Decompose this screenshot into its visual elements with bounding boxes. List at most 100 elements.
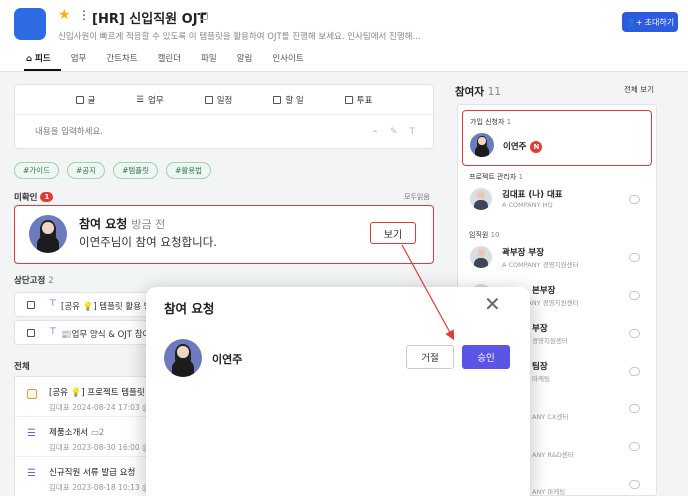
- more-vertical-icon[interactable]: ⋮: [78, 9, 90, 21]
- notification-title-text: 참여 요청: [79, 217, 128, 231]
- compose-post-button[interactable]: 글: [75, 94, 96, 106]
- task-list-icon: ☰: [27, 468, 36, 479]
- staff-label-text: 임직원: [469, 231, 489, 239]
- unread-count-badge: 1: [40, 192, 54, 202]
- post-icon: [27, 389, 37, 399]
- chat-icon[interactable]: [629, 291, 640, 300]
- hashtag-template[interactable]: #템플릿: [113, 162, 159, 179]
- member-org: ANY R&D센터: [532, 451, 574, 459]
- manager-group-label: 프로젝트 관리자 1: [469, 172, 523, 182]
- tab-feed[interactable]: ⌂ 피드: [24, 53, 61, 71]
- tab-gantt[interactable]: 간트차트: [96, 53, 147, 71]
- hashtag-guide[interactable]: #가이드: [14, 162, 59, 179]
- tab-calendar[interactable]: 캘린더: [148, 53, 191, 71]
- member-org: ANY 마케팅: [532, 488, 566, 496]
- modal-title: 참여 요청: [164, 301, 215, 316]
- chat-icon[interactable]: [629, 253, 640, 262]
- compose-task-label: 업무: [148, 95, 164, 106]
- composer-input[interactable]: 내용을 입력하세요.: [15, 115, 433, 137]
- member-org: 마케팅: [532, 375, 550, 383]
- applicant-name[interactable]: 이연주 N: [503, 140, 543, 153]
- feed-item-meta: 김대표 2023-08-18 10:13 @: [49, 483, 150, 492]
- tab-alerts[interactable]: 알림: [227, 53, 263, 71]
- view-request-button[interactable]: 보기: [370, 222, 416, 244]
- hashtag-notice[interactable]: #공지: [66, 162, 106, 179]
- lock-icon: [200, 12, 208, 20]
- chat-icon[interactable]: [629, 442, 640, 451]
- staff-count: 10: [490, 231, 500, 239]
- chat-icon[interactable]: [629, 404, 640, 413]
- member-name[interactable]: 팀장: [532, 360, 548, 372]
- member-org: A COMPANY 경영지원센터: [502, 261, 579, 269]
- applicant-group-label: 가입 신청자 1: [470, 117, 511, 127]
- mark-all-read-link[interactable]: 모두읽음: [404, 192, 430, 202]
- member-name[interactable]: 김대표 (나) 대표: [502, 188, 563, 200]
- reject-button[interactable]: 거절: [406, 345, 454, 369]
- text-format-icon[interactable]: T: [410, 127, 416, 137]
- chat-icon[interactable]: [629, 329, 640, 338]
- avatar: [29, 215, 67, 253]
- pinned-heading: 상단고정 2: [14, 274, 54, 286]
- feed-item-title-text: 제품소개서: [49, 428, 89, 438]
- project-title: [HR] 신입직원 OJT: [92, 12, 207, 27]
- member-name[interactable]: 본부장: [532, 284, 555, 296]
- post-icon: [27, 301, 35, 309]
- unread-heading: 미확인 1: [14, 191, 54, 203]
- edit-icon[interactable]: ✎: [390, 127, 398, 137]
- hashtag-usage[interactable]: #활용법: [166, 162, 212, 179]
- attach-icon[interactable]: ⌁: [373, 127, 378, 137]
- star-icon[interactable]: ★: [58, 8, 71, 22]
- compose-task-button[interactable]: ☰ 업무: [136, 94, 163, 106]
- applicant-group: 가입 신청자 1 이연주 N: [462, 110, 652, 166]
- compose-todo-button[interactable]: 할 일: [273, 94, 304, 106]
- member-org: A COMPANY HQ: [502, 201, 553, 209]
- participants-label: 참여자: [455, 86, 484, 98]
- composer-toolbar: 글 ☰ 업무 일정 할 일 투표: [15, 85, 433, 115]
- applicant-label-text: 가입 신청자: [470, 118, 505, 126]
- feed-item-title: 신규직원 서류 발급 요청: [49, 468, 136, 478]
- invite-button[interactable]: 👤+ 초대하기: [622, 12, 678, 32]
- calendar-icon: [204, 95, 213, 104]
- project-tabs: ⌂ 피드 업무 간트차트 캘린더 파일 알림 인사이트: [24, 53, 314, 71]
- composer-attachments: ⌁ ✎ T: [373, 127, 415, 137]
- all-feed-heading: 전체: [14, 362, 30, 372]
- view-all-participants-link[interactable]: 전체 보기: [624, 84, 654, 95]
- tab-insights[interactable]: 인사이트: [262, 53, 313, 71]
- applicant-name-text: 이연주: [503, 142, 527, 152]
- pinned-item-title: 📰업무 양식 & OJT 참여: [61, 330, 151, 340]
- manager-count: 1: [518, 173, 524, 181]
- project-header: ★ ⋮ [HR] 신입직원 OJT 신입사원이 빠르게 적응할 수 있도록 이 …: [0, 0, 688, 72]
- chat-icon[interactable]: [629, 195, 640, 204]
- tab-files[interactable]: 파일: [191, 53, 227, 71]
- feed-item-title: 제품소개서 ▭2: [49, 426, 104, 438]
- task-list-icon: ☰: [27, 428, 36, 439]
- compose-post-label: 글: [87, 95, 96, 106]
- feed-item-meta: 김대표 2023-08-30 16:00 @: [49, 443, 150, 452]
- compose-poll-button[interactable]: 투표: [344, 94, 373, 106]
- member-name[interactable]: 부장: [532, 322, 548, 334]
- checkbox-icon: [273, 95, 282, 104]
- chat-icon[interactable]: [629, 480, 640, 489]
- chat-icon[interactable]: [629, 367, 640, 376]
- post-icon: [27, 329, 35, 337]
- tab-tasks[interactable]: 업무: [61, 53, 97, 71]
- participants-heading: 참여자 11: [455, 84, 501, 99]
- pin-icon: ⊤: [49, 327, 57, 337]
- tab-divider: [0, 71, 688, 72]
- close-icon[interactable]: ✕: [484, 294, 501, 314]
- notification-title: 참여 요청 방금 전: [79, 215, 165, 232]
- compose-schedule-button[interactable]: 일정: [204, 94, 232, 106]
- approve-button[interactable]: 승인: [462, 345, 510, 369]
- member-name[interactable]: 곽부장 부장: [502, 246, 544, 258]
- avatar: [470, 188, 492, 210]
- avatar: [470, 246, 492, 268]
- compose-todo-label: 할 일: [285, 95, 304, 106]
- avatar: [470, 133, 494, 157]
- task-list-icon: ☰: [136, 94, 145, 105]
- project-description: 신입사원이 빠르게 적응할 수 있도록 이 템플릿을 활용하여 OJT를 진행해…: [58, 32, 421, 42]
- compose-poll-label: 투표: [356, 95, 373, 106]
- comment-icon: ▭: [90, 428, 99, 438]
- applicant-count: 1: [506, 118, 512, 126]
- member-org: ANY CX센터: [532, 413, 569, 421]
- unread-label: 미확인: [14, 193, 38, 203]
